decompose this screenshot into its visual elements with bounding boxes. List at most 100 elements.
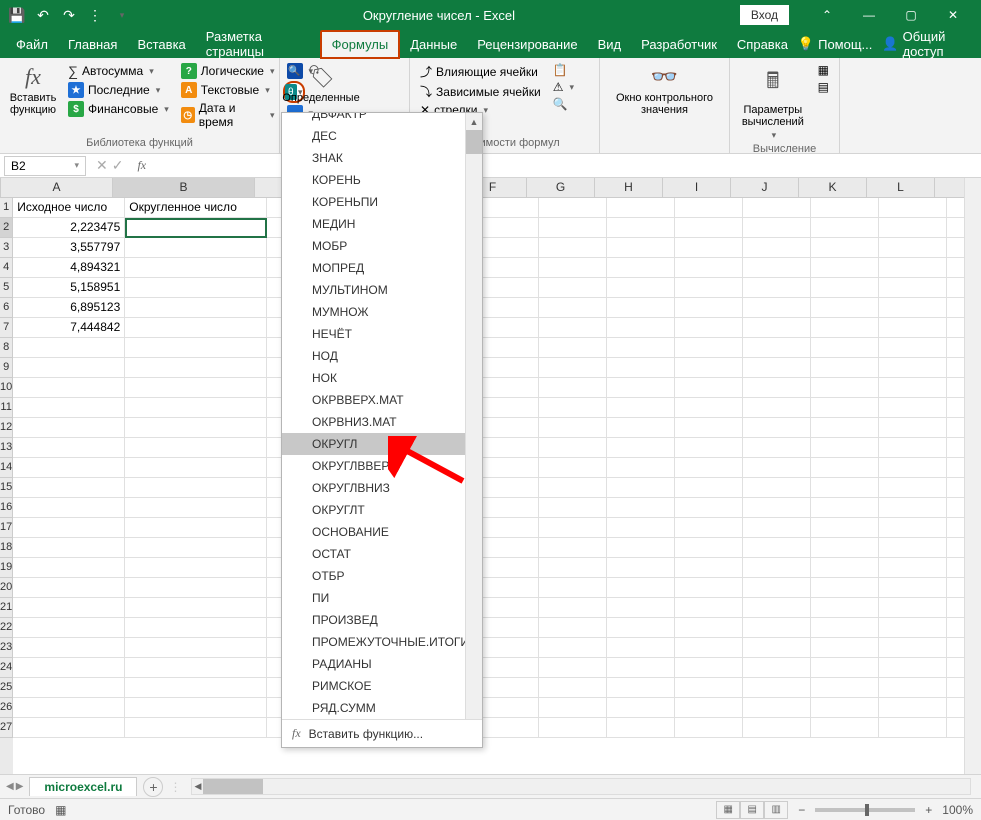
cell[interactable]: 3,557797 xyxy=(13,238,125,258)
cell[interactable] xyxy=(743,578,811,598)
cell[interactable]: 6,895123 xyxy=(13,298,125,318)
cell[interactable] xyxy=(811,238,879,258)
cell[interactable] xyxy=(539,398,607,418)
recent-button[interactable]: ★Последние xyxy=(64,81,173,99)
function-menu-item[interactable]: РИМСКОЕ xyxy=(282,675,482,697)
cell[interactable] xyxy=(675,378,743,398)
cell[interactable] xyxy=(607,558,675,578)
cell[interactable] xyxy=(607,618,675,638)
cell[interactable] xyxy=(743,438,811,458)
cancel-icon[interactable]: ✕ xyxy=(96,157,108,174)
cell[interactable] xyxy=(811,538,879,558)
cell[interactable] xyxy=(743,478,811,498)
zoom-out[interactable]: − xyxy=(798,803,805,817)
row-header[interactable]: 11 xyxy=(0,398,13,418)
vertical-scrollbar[interactable] xyxy=(964,178,981,774)
touch-icon[interactable]: ⋮ xyxy=(84,4,106,26)
cell[interactable] xyxy=(879,238,947,258)
cell[interactable] xyxy=(675,718,743,738)
login-button[interactable]: Вход xyxy=(740,5,789,25)
cell[interactable] xyxy=(675,258,743,278)
cell[interactable] xyxy=(675,398,743,418)
cell[interactable] xyxy=(743,538,811,558)
cell[interactable] xyxy=(811,218,879,238)
function-menu-item[interactable]: ДВФАКТР xyxy=(282,113,482,125)
cell[interactable] xyxy=(539,318,607,338)
cell[interactable] xyxy=(539,538,607,558)
row-header[interactable]: 3 xyxy=(0,238,13,258)
cell[interactable] xyxy=(879,578,947,598)
cell[interactable] xyxy=(879,498,947,518)
cell[interactable] xyxy=(125,378,267,398)
cell[interactable] xyxy=(125,718,267,738)
cell[interactable] xyxy=(13,558,125,578)
cell[interactable] xyxy=(13,518,125,538)
cell[interactable]: Исходное число xyxy=(13,198,125,218)
cell[interactable] xyxy=(879,618,947,638)
normal-view[interactable]: ▦ xyxy=(716,801,740,819)
tab-insert[interactable]: Вставка xyxy=(127,32,195,57)
cell[interactable] xyxy=(607,638,675,658)
horizontal-scrollbar[interactable]: ◀ xyxy=(191,778,971,795)
cell[interactable] xyxy=(13,478,125,498)
cell[interactable] xyxy=(879,558,947,578)
formula-input[interactable] xyxy=(154,159,981,173)
cell[interactable] xyxy=(607,598,675,618)
cell[interactable] xyxy=(13,358,125,378)
cell[interactable] xyxy=(743,358,811,378)
cell[interactable] xyxy=(607,438,675,458)
cell[interactable] xyxy=(879,298,947,318)
cell[interactable] xyxy=(811,478,879,498)
cell[interactable] xyxy=(811,318,879,338)
function-menu-item[interactable]: МОБР xyxy=(282,235,482,257)
insert-function-link[interactable]: fx Вставить функцию... xyxy=(282,719,482,747)
add-sheet-button[interactable]: + xyxy=(143,777,163,797)
cell[interactable] xyxy=(879,258,947,278)
cell[interactable] xyxy=(607,218,675,238)
cell[interactable] xyxy=(743,518,811,538)
cell[interactable] xyxy=(125,678,267,698)
cell[interactable] xyxy=(879,378,947,398)
select-all-corner[interactable] xyxy=(0,178,1,198)
cell[interactable] xyxy=(675,218,743,238)
cell[interactable] xyxy=(607,718,675,738)
row-header[interactable]: 16 xyxy=(0,498,13,518)
cell[interactable] xyxy=(811,498,879,518)
cell[interactable] xyxy=(539,478,607,498)
cell[interactable] xyxy=(539,438,607,458)
cell[interactable] xyxy=(607,418,675,438)
cell[interactable] xyxy=(811,718,879,738)
cell[interactable] xyxy=(743,638,811,658)
cell[interactable] xyxy=(607,458,675,478)
cell[interactable] xyxy=(125,298,267,318)
cell[interactable] xyxy=(125,218,267,238)
sheet-nav[interactable]: ◀▶ xyxy=(6,781,23,792)
cell[interactable] xyxy=(675,498,743,518)
cell[interactable] xyxy=(607,698,675,718)
trace-precedents[interactable]: ⤴Влияющие ячейки xyxy=(416,62,545,81)
tell-me[interactable]: 💡Помощ... xyxy=(798,36,872,52)
tab-data[interactable]: Данные xyxy=(400,32,467,57)
cell[interactable] xyxy=(675,278,743,298)
qat-more[interactable] xyxy=(110,4,132,26)
cell[interactable] xyxy=(125,658,267,678)
cell[interactable] xyxy=(125,538,267,558)
cell[interactable] xyxy=(13,698,125,718)
column-header[interactable]: A xyxy=(1,178,113,198)
column-header[interactable]: I xyxy=(663,178,731,198)
cell[interactable] xyxy=(607,378,675,398)
cell[interactable] xyxy=(879,658,947,678)
function-menu-item[interactable]: МУМНОЖ xyxy=(282,301,482,323)
tab-file[interactable]: Файл xyxy=(6,32,58,57)
cell[interactable]: 7,444842 xyxy=(13,318,125,338)
row-header[interactable]: 13 xyxy=(0,438,13,458)
cell[interactable] xyxy=(13,458,125,478)
cell[interactable] xyxy=(125,258,267,278)
cell[interactable] xyxy=(539,558,607,578)
cell[interactable] xyxy=(879,638,947,658)
cell[interactable] xyxy=(13,598,125,618)
function-menu-item[interactable]: ОКРУГЛВВЕРХ xyxy=(282,455,482,477)
cell[interactable] xyxy=(743,598,811,618)
row-header[interactable]: 12 xyxy=(0,418,13,438)
cell[interactable] xyxy=(675,518,743,538)
